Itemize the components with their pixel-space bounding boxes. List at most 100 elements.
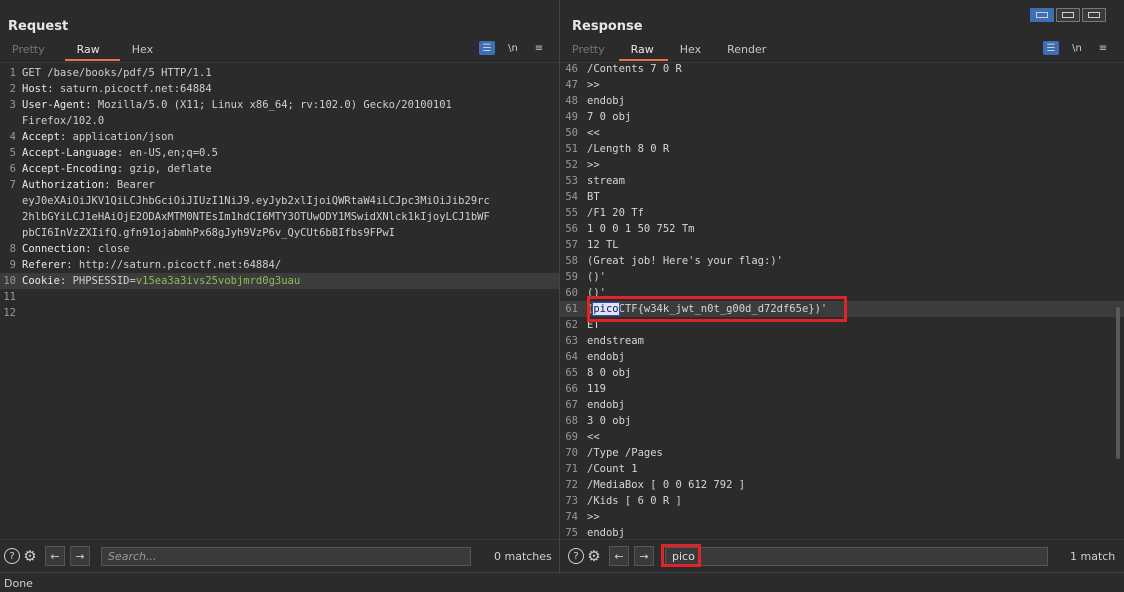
response-tabs: Pretty Raw Hex Render [560, 40, 780, 62]
response-line: 72/MediaBox [ 0 0 612 792 ] [560, 477, 1124, 493]
response-line-text: /F1 20 Tf [587, 205, 644, 221]
line-number: 65 [565, 367, 578, 379]
request-line: 2hlbGYiLCJ1eHAiOjE2ODAxMTM0NTEsIm1hdCI6M… [0, 209, 559, 225]
line-number: 11 [3, 291, 16, 303]
request-line-text: Authorization: Bearer [22, 177, 155, 193]
header-value: saturn.picoctf.net:64884 [53, 83, 212, 95]
search-highlight-box [661, 544, 701, 567]
cookie-value: v15ea3a3ivs25vobjmrd0g3uau [135, 275, 301, 287]
response-line-text: << [587, 125, 600, 141]
response-line-text: ()' [587, 269, 606, 285]
request-tab-hex[interactable]: Hex [120, 40, 173, 61]
response-editor[interactable]: 75 endobj 74 >> 73/Kids [ 6 0 R ] 72/MediaBox… [560, 62, 1124, 539]
response-line: 59 ()' [560, 269, 1124, 285]
line-number: 59 [565, 271, 578, 283]
response-line-text: << [587, 429, 600, 445]
response-text: stream [587, 175, 625, 187]
search-prev-button[interactable]: ← [609, 546, 629, 566]
response-line: 75 endobj [560, 525, 1124, 539]
line-number: 50 [565, 127, 578, 139]
response-text: /Contents 7 0 R [587, 63, 682, 75]
response-line-text: 7 0 obj [587, 109, 631, 125]
gear-icon[interactable]: ⚙ [586, 547, 602, 565]
layout-side-by-side-icon[interactable] [1030, 8, 1054, 22]
wrap-lines-icon[interactable]: ☰ [479, 41, 495, 55]
request-tab-raw[interactable]: Raw [64, 40, 120, 61]
header-value: close [91, 243, 130, 255]
wrap-lines-icon[interactable]: ☰ [1043, 41, 1059, 55]
response-line-text: >> [587, 157, 600, 173]
line-number: 52 [565, 159, 578, 171]
line-number: 69 [565, 431, 578, 443]
request-line: 3 User-Agent: Mozilla/5.0 (X11; Linux x86… [0, 97, 559, 113]
search-prev-button[interactable]: ← [45, 546, 65, 566]
response-tab-render[interactable]: Render [715, 40, 780, 61]
response-tab-raw[interactable]: Raw [618, 40, 668, 61]
line-number: 72 [565, 479, 578, 491]
response-line: 55/F1 20 Tf [560, 205, 1124, 221]
header-value: eyJ0eXAiOiJKV1QiLCJhbGciOiJIUzI1NiJ9.eyJ… [22, 195, 490, 207]
response-scrollbar[interactable] [1116, 307, 1120, 459]
line-number: 57 [565, 239, 578, 251]
response-line-text: /Type /Pages [587, 445, 663, 461]
help-icon[interactable]: ? [568, 548, 584, 564]
response-tab-hex[interactable]: Hex [668, 40, 715, 61]
request-line-text: Firefox/102.0 [22, 113, 104, 129]
header-name: Accept-Language [22, 147, 117, 159]
response-line: 53 stream [560, 173, 1124, 189]
header-value: gzip, deflate [123, 163, 212, 175]
menu-icon[interactable]: ≡ [531, 41, 547, 55]
line-number: 3 [9, 99, 16, 111]
response-tab-pretty[interactable]: Pretty [560, 40, 619, 61]
request-tabs: Pretty Raw Hex [0, 40, 173, 62]
newline-icon[interactable]: \n [505, 41, 521, 55]
response-line: 68 3 0 obj [560, 413, 1124, 429]
header-value: pbCI6InVzZXIifQ.gfn91ojabmhPx68gJyh9VzP6… [22, 227, 395, 239]
response-line-text: /Kids [ 6 0 R ] [587, 493, 682, 509]
request-search-input[interactable] [101, 547, 471, 566]
response-line: 54 BT [560, 189, 1124, 205]
line-number: 53 [565, 175, 578, 187]
newline-icon[interactable]: \n [1069, 41, 1085, 55]
search-next-button[interactable]: → [634, 546, 654, 566]
response-line-text: >> [587, 77, 600, 93]
response-line: 65 8 0 obj [560, 365, 1124, 381]
request-line: 5 Accept-Language: en-US,en;q=0.5 [0, 145, 559, 161]
request-line: 2 Host: saturn.picoctf.net:64884 [0, 81, 559, 97]
request-tab-pretty[interactable]: Pretty [0, 40, 65, 61]
request-pane: Request Pretty Raw Hex ☰ \n ≡ 1 GET /base/b… [0, 0, 559, 572]
line-number: 48 [565, 95, 578, 107]
line-number: 71 [565, 463, 578, 475]
response-search-input[interactable] [665, 547, 1048, 566]
response-line: 50 << [560, 125, 1124, 141]
response-line: 67 endobj [560, 397, 1124, 413]
response-text: /Length 8 0 R [587, 143, 670, 155]
line-number: 66 [565, 383, 578, 395]
gear-icon[interactable]: ⚙ [22, 547, 38, 565]
layout-top-bottom-icon[interactable] [1056, 8, 1080, 22]
response-line-text: 1 0 0 1 50 752 Tm [587, 221, 694, 237]
response-text: endstream [587, 335, 644, 347]
request-editor[interactable]: 1 GET /base/books/pdf/5 HTTP/1.1 2 Host: sa… [0, 62, 559, 539]
line-number: 68 [565, 415, 578, 427]
header-name: Accept [22, 131, 60, 143]
response-text: endobj [587, 527, 625, 539]
response-line: 52 >> [560, 157, 1124, 173]
line-number: 54 [565, 191, 578, 203]
line-number: 56 [565, 223, 578, 235]
search-next-button[interactable]: → [70, 546, 90, 566]
layout-single-icon[interactable] [1082, 8, 1106, 22]
header-name: Authorization [22, 179, 105, 191]
header-name: Referer [22, 259, 67, 271]
response-line-text: endobj [587, 525, 625, 539]
request-line: 7 Authorization: Bearer [0, 177, 559, 193]
help-icon[interactable]: ? [4, 548, 20, 564]
request-line-text: GET /base/books/pdf/5 HTTP/1.1 [22, 65, 212, 81]
line-number: 1 [9, 67, 16, 79]
response-text: /F1 20 Tf [587, 207, 644, 219]
line-number: 8 [9, 243, 16, 255]
header-value: Mozilla/5.0 (X11; Linux x86_64; rv:102.0… [91, 99, 452, 111]
menu-icon[interactable]: ≡ [1095, 41, 1111, 55]
response-text: 12 TL [587, 239, 619, 251]
request-line-text: pbCI6InVzZXIifQ.gfn91ojabmhPx68gJyh9VzP6… [22, 225, 395, 241]
